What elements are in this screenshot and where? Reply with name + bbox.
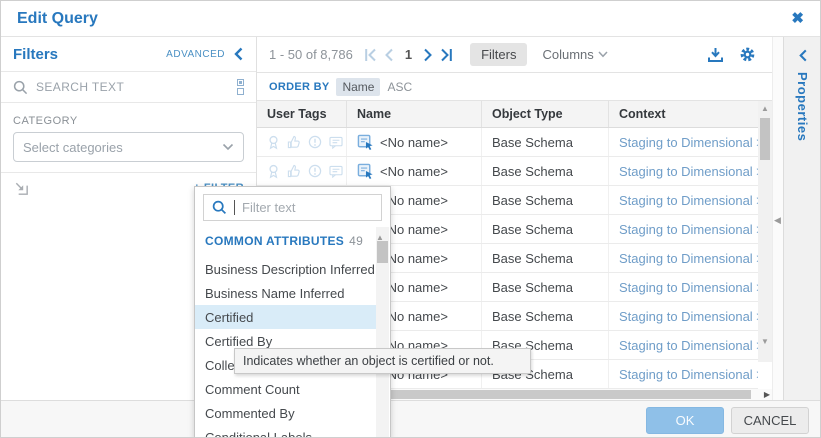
- context-link[interactable]: Staging to Dimensional > Jo: [619, 280, 758, 295]
- context-link[interactable]: Staging to Dimensional > Jo: [619, 251, 758, 266]
- panel-resize-handle-icon[interactable]: ◀: [774, 215, 781, 226]
- context-link[interactable]: Staging to Dimensional > Jo: [619, 338, 758, 353]
- dropdown-scrollbar[interactable]: ▲: [376, 227, 389, 438]
- pagination-range: 1 - 50 of 8,786: [269, 47, 353, 62]
- award-icon[interactable]: [267, 135, 280, 150]
- advanced-link[interactable]: ADVANCED: [166, 49, 225, 60]
- schema-object-icon: [357, 163, 374, 180]
- collapse-left-icon[interactable]: [233, 47, 244, 61]
- object-type: Base Schema: [492, 251, 573, 266]
- previous-page-icon[interactable]: [384, 48, 394, 62]
- context-link[interactable]: Staging to Dimensional > Jo: [619, 135, 758, 150]
- object-type: Base Schema: [492, 222, 573, 237]
- scroll-up-icon[interactable]: ▲: [758, 104, 772, 113]
- object-name[interactable]: <No name>: [380, 164, 448, 179]
- filter-attribute-dropdown: Filter text COMMON ATTRIBUTES 49 Business…: [194, 186, 391, 438]
- object-type: Base Schema: [492, 193, 573, 208]
- column-header-name[interactable]: Name: [347, 101, 482, 127]
- edit-query-dialog: Edit Query ✖ Filters ADVANCED SEARCH TEX…: [0, 0, 821, 438]
- object-type: Base Schema: [492, 135, 573, 150]
- attribute-list-item[interactable]: Certified: [195, 305, 376, 329]
- filter-text-input[interactable]: Filter text: [203, 194, 382, 221]
- comment-icon[interactable]: [329, 136, 343, 149]
- properties-panel-collapsed: Properties: [783, 37, 821, 400]
- search-icon: [13, 80, 28, 95]
- title-bar: Edit Query ✖: [1, 1, 820, 37]
- properties-tab[interactable]: Properties: [795, 72, 810, 141]
- object-type: Base Schema: [492, 280, 573, 295]
- current-page[interactable]: 1: [405, 47, 412, 62]
- dropdown-scrollbar-thumb[interactable]: [377, 241, 388, 263]
- filters-title: Filters: [13, 46, 58, 63]
- object-type: Base Schema: [492, 164, 573, 179]
- last-page-icon[interactable]: [440, 48, 453, 62]
- attribute-list-item[interactable]: Conditional Labels: [195, 425, 376, 438]
- object-type: Base Schema: [492, 309, 573, 324]
- cancel-button[interactable]: CANCEL: [731, 407, 809, 434]
- gear-icon[interactable]: [739, 46, 756, 63]
- order-by-label: ORDER BY: [269, 81, 329, 93]
- collapse-corner-icon[interactable]: [13, 180, 30, 197]
- exclamation-icon[interactable]: [308, 135, 322, 149]
- context-link[interactable]: Staging to Dimensional > Jo: [619, 222, 758, 237]
- first-page-icon[interactable]: [364, 48, 377, 62]
- dialog-title: Edit Query: [17, 10, 98, 28]
- exclamation-icon[interactable]: [308, 164, 322, 178]
- columns-label: Columns: [542, 47, 593, 62]
- filters-panel-header: Filters ADVANCED: [1, 37, 256, 72]
- filter-text-placeholder: Filter text: [242, 200, 295, 215]
- search-text-field[interactable]: SEARCH TEXT: [1, 72, 256, 103]
- column-header-object-type[interactable]: Object Type: [482, 101, 609, 127]
- dialog-footer: OK CANCEL: [1, 400, 820, 438]
- object-name[interactable]: <No name>: [380, 135, 448, 150]
- attribute-list-item[interactable]: Comment Count: [195, 377, 376, 401]
- ok-button[interactable]: OK: [646, 407, 724, 434]
- close-icon[interactable]: ✖: [791, 11, 804, 26]
- scroll-right-icon[interactable]: ▶: [764, 390, 770, 399]
- attribute-group-header: COMMON ATTRIBUTES 49: [205, 234, 363, 248]
- order-field-chip[interactable]: Name: [336, 78, 380, 96]
- vertical-scrollbar-thumb[interactable]: [760, 118, 770, 160]
- category-select[interactable]: Select categories: [13, 132, 244, 162]
- search-options-icon[interactable]: [237, 79, 244, 95]
- schema-object-icon: [357, 134, 374, 151]
- search-icon: [212, 200, 227, 215]
- text-cursor: [234, 200, 235, 215]
- results-toolbar: 1 - 50 of 8,786 1 Filters Columns: [257, 37, 772, 73]
- category-label: CATEGORY: [13, 115, 244, 127]
- order-direction[interactable]: ASC: [387, 80, 412, 94]
- table-row[interactable]: <No name> Base Schema Staging to Dimensi…: [257, 157, 758, 186]
- table-header: User Tags Name Object Type Context: [257, 101, 758, 128]
- context-link[interactable]: Staging to Dimensional > Jo: [619, 367, 758, 382]
- filters-toggle-button[interactable]: Filters: [470, 43, 527, 66]
- order-by-bar: ORDER BY Name ASC: [257, 73, 772, 101]
- context-link[interactable]: Staging to Dimensional > Jo: [619, 193, 758, 208]
- category-placeholder: Select categories: [23, 140, 222, 155]
- next-page-icon[interactable]: [423, 48, 433, 62]
- context-link[interactable]: Staging to Dimensional > Jo: [619, 309, 758, 324]
- panel-resize-rail[interactable]: ◀: [772, 37, 783, 400]
- column-header-user-tags[interactable]: User Tags: [257, 101, 347, 127]
- table-row[interactable]: <No name> Base Schema Staging to Dimensi…: [257, 128, 758, 157]
- download-icon[interactable]: [707, 47, 724, 63]
- group-count: 49: [349, 234, 363, 248]
- attribute-list-item[interactable]: Business Name Inferred: [195, 281, 376, 305]
- comment-icon[interactable]: [329, 165, 343, 178]
- expand-properties-icon[interactable]: [798, 49, 808, 62]
- vertical-scrollbar[interactable]: ▲ ▼: [758, 101, 772, 362]
- context-link[interactable]: Staging to Dimensional > Jo: [619, 164, 758, 179]
- certified-tooltip: Indicates whether an object is certified…: [234, 348, 531, 374]
- scroll-down-icon[interactable]: ▼: [758, 337, 772, 346]
- columns-dropdown-button[interactable]: Columns: [542, 47, 607, 62]
- attribute-list-item[interactable]: Business Description Inferred: [195, 257, 376, 281]
- attribute-list-item[interactable]: Commented By: [195, 401, 376, 425]
- group-label: COMMON ATTRIBUTES: [205, 234, 344, 248]
- chevron-down-icon: [222, 143, 234, 151]
- award-icon[interactable]: [267, 164, 280, 179]
- search-placeholder: SEARCH TEXT: [36, 80, 229, 94]
- column-header-context[interactable]: Context: [609, 101, 758, 127]
- thumbs-up-icon[interactable]: [287, 164, 301, 178]
- thumbs-up-icon[interactable]: [287, 135, 301, 149]
